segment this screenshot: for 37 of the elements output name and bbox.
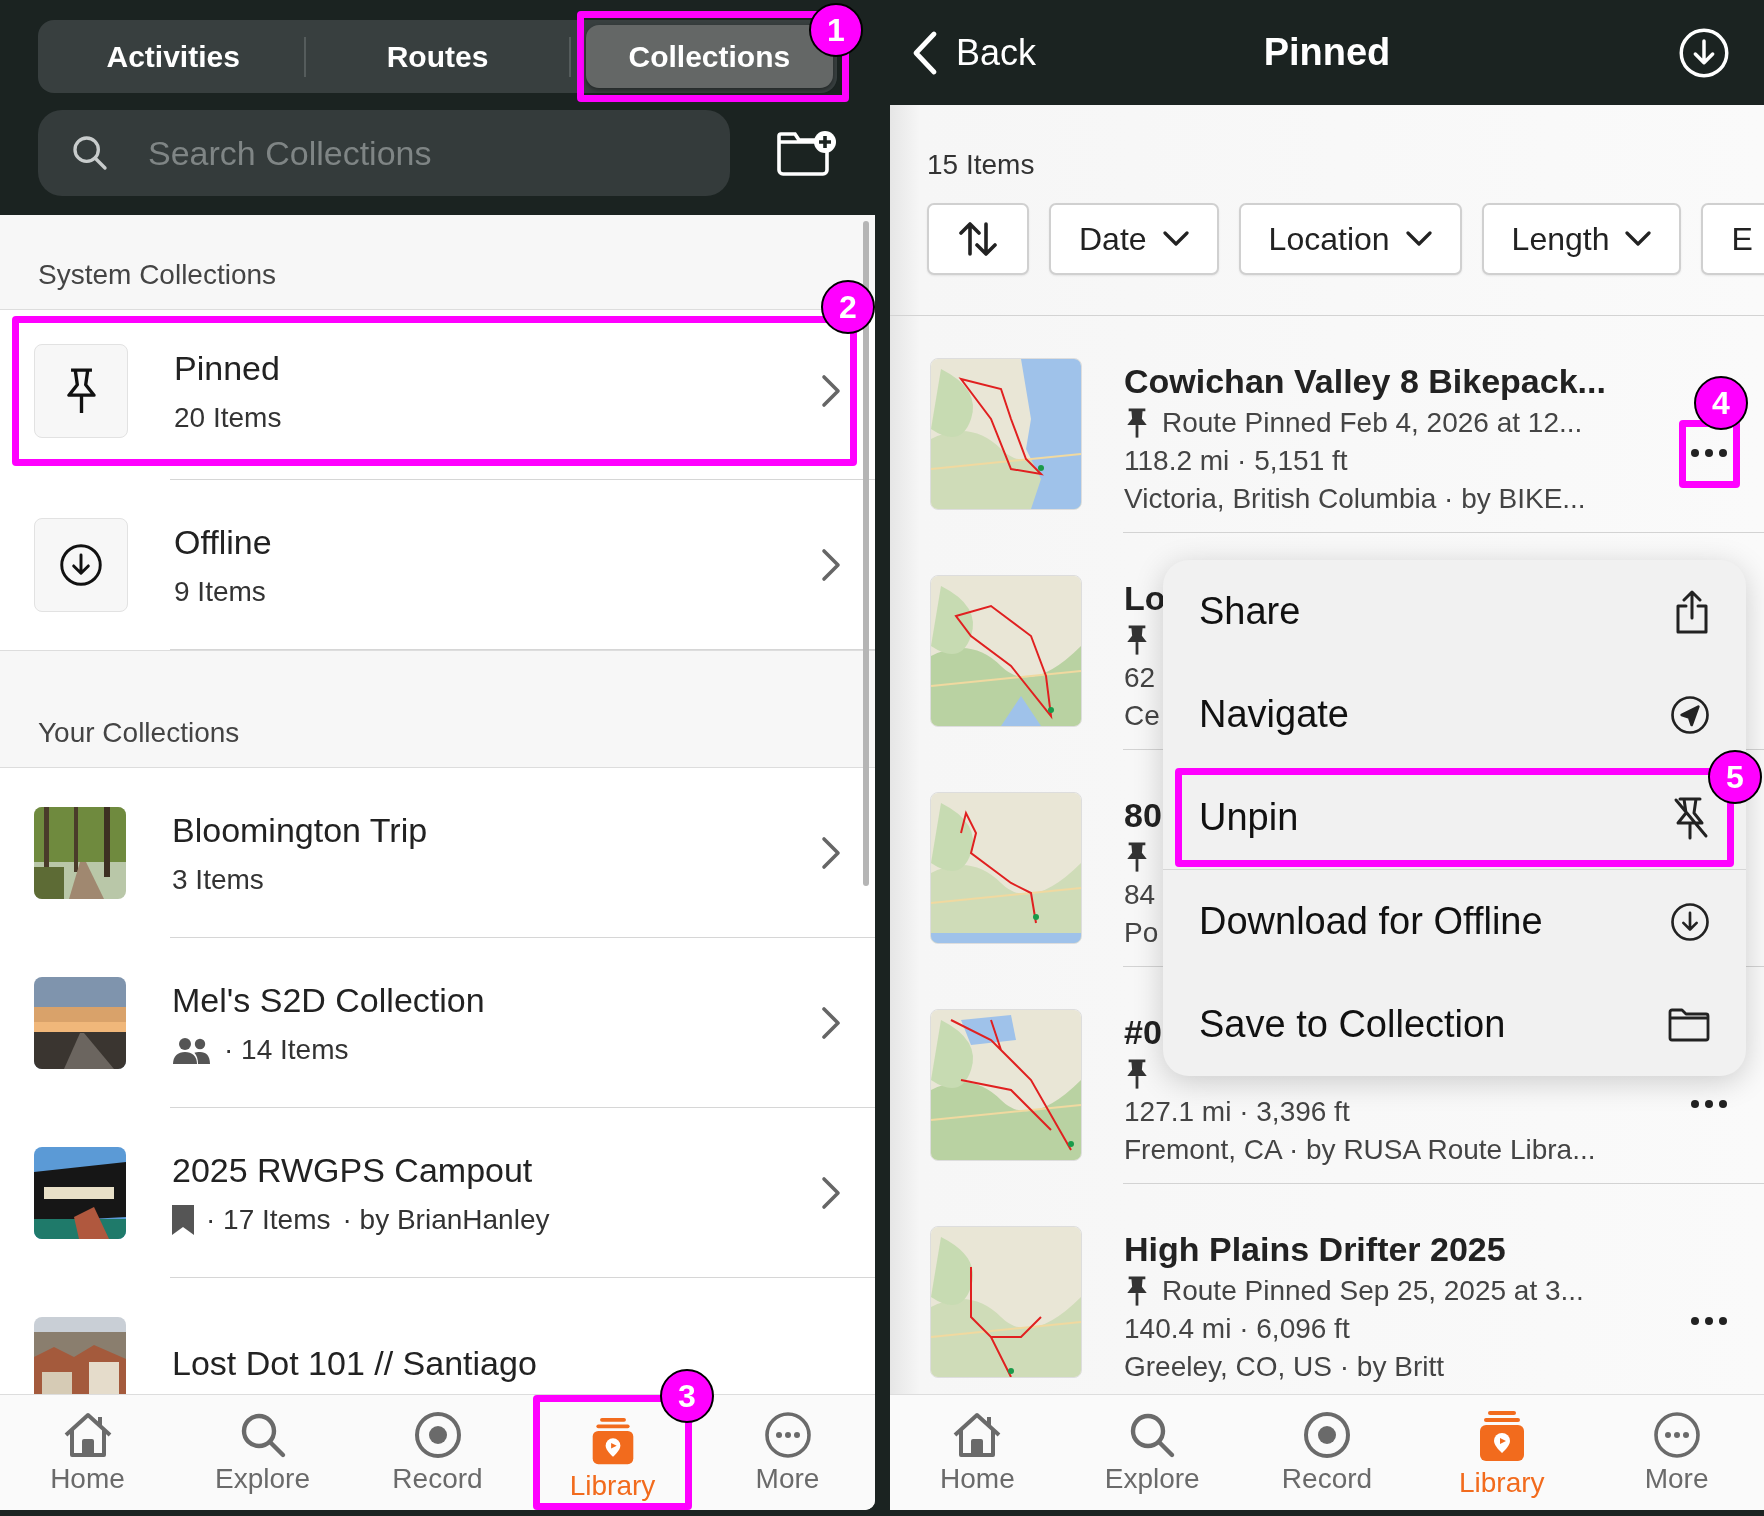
route-title: Lo bbox=[1124, 578, 1166, 619]
route-location: Fremont, CA · by RUSA Route Libra... bbox=[1124, 1133, 1596, 1167]
route-stats: 127.1 mi · 3,396 ft bbox=[1124, 1095, 1350, 1129]
route-stats: 118.2 mi · 5,151 ft bbox=[1124, 444, 1348, 478]
item-count: 20 Items bbox=[174, 401, 283, 434]
section-header: System Collections bbox=[38, 259, 277, 291]
collection-title: Offline bbox=[174, 522, 273, 562]
collection-title: Lost Dot 101 // Santiago bbox=[172, 1343, 538, 1383]
route-title: Cowichan Valley 8 Bikepack... bbox=[1124, 361, 1606, 402]
callout-number: 1 bbox=[809, 3, 863, 57]
screen-title: Pinned bbox=[1263, 31, 1391, 73]
pinned-date: Route Pinned Sep 25, 2025 at 3... bbox=[1162, 1274, 1584, 1308]
route-location: Ce bbox=[1124, 699, 1160, 733]
route-stats: 140.4 mi · 6,096 ft bbox=[1124, 1312, 1350, 1346]
callout-number: 3 bbox=[660, 1369, 714, 1423]
collection-title: Pinned bbox=[174, 348, 281, 388]
callout-number: 2 bbox=[821, 280, 875, 334]
route-title: #0 bbox=[1124, 1012, 1162, 1053]
pinned-date: Route Pinned Feb 4, 2026 at 12... bbox=[1162, 406, 1583, 440]
item-count: 9 Items bbox=[174, 575, 267, 608]
item-count: · 14 Items bbox=[224, 1033, 349, 1066]
route-location: Po bbox=[1124, 916, 1159, 950]
collection-title: 2025 RWGPS Campout bbox=[172, 1150, 534, 1190]
route-stats: 84 bbox=[1124, 878, 1156, 912]
route-location: Victoria, British Columbia · by BIKE... bbox=[1124, 482, 1586, 516]
route-title: 80 bbox=[1124, 795, 1162, 836]
collection-title: Mel's S2D Collection bbox=[172, 980, 486, 1020]
item-count: 15 Items bbox=[926, 148, 1036, 181]
item-count: 3 Items bbox=[172, 863, 264, 896]
callout-number: 4 bbox=[1694, 376, 1748, 430]
owner-name: · by BrianHanley bbox=[342, 1203, 550, 1236]
route-stats: 62 bbox=[1124, 661, 1156, 695]
route-title: High Plains Drifter 2025 bbox=[1124, 1229, 1506, 1270]
collection-title: Bloomington Trip bbox=[172, 810, 429, 850]
section-header: Your Collections bbox=[38, 717, 240, 749]
item-count: · 17 Items bbox=[206, 1203, 331, 1236]
route-location: Greeley, CO, US · by Britt bbox=[1124, 1350, 1444, 1384]
